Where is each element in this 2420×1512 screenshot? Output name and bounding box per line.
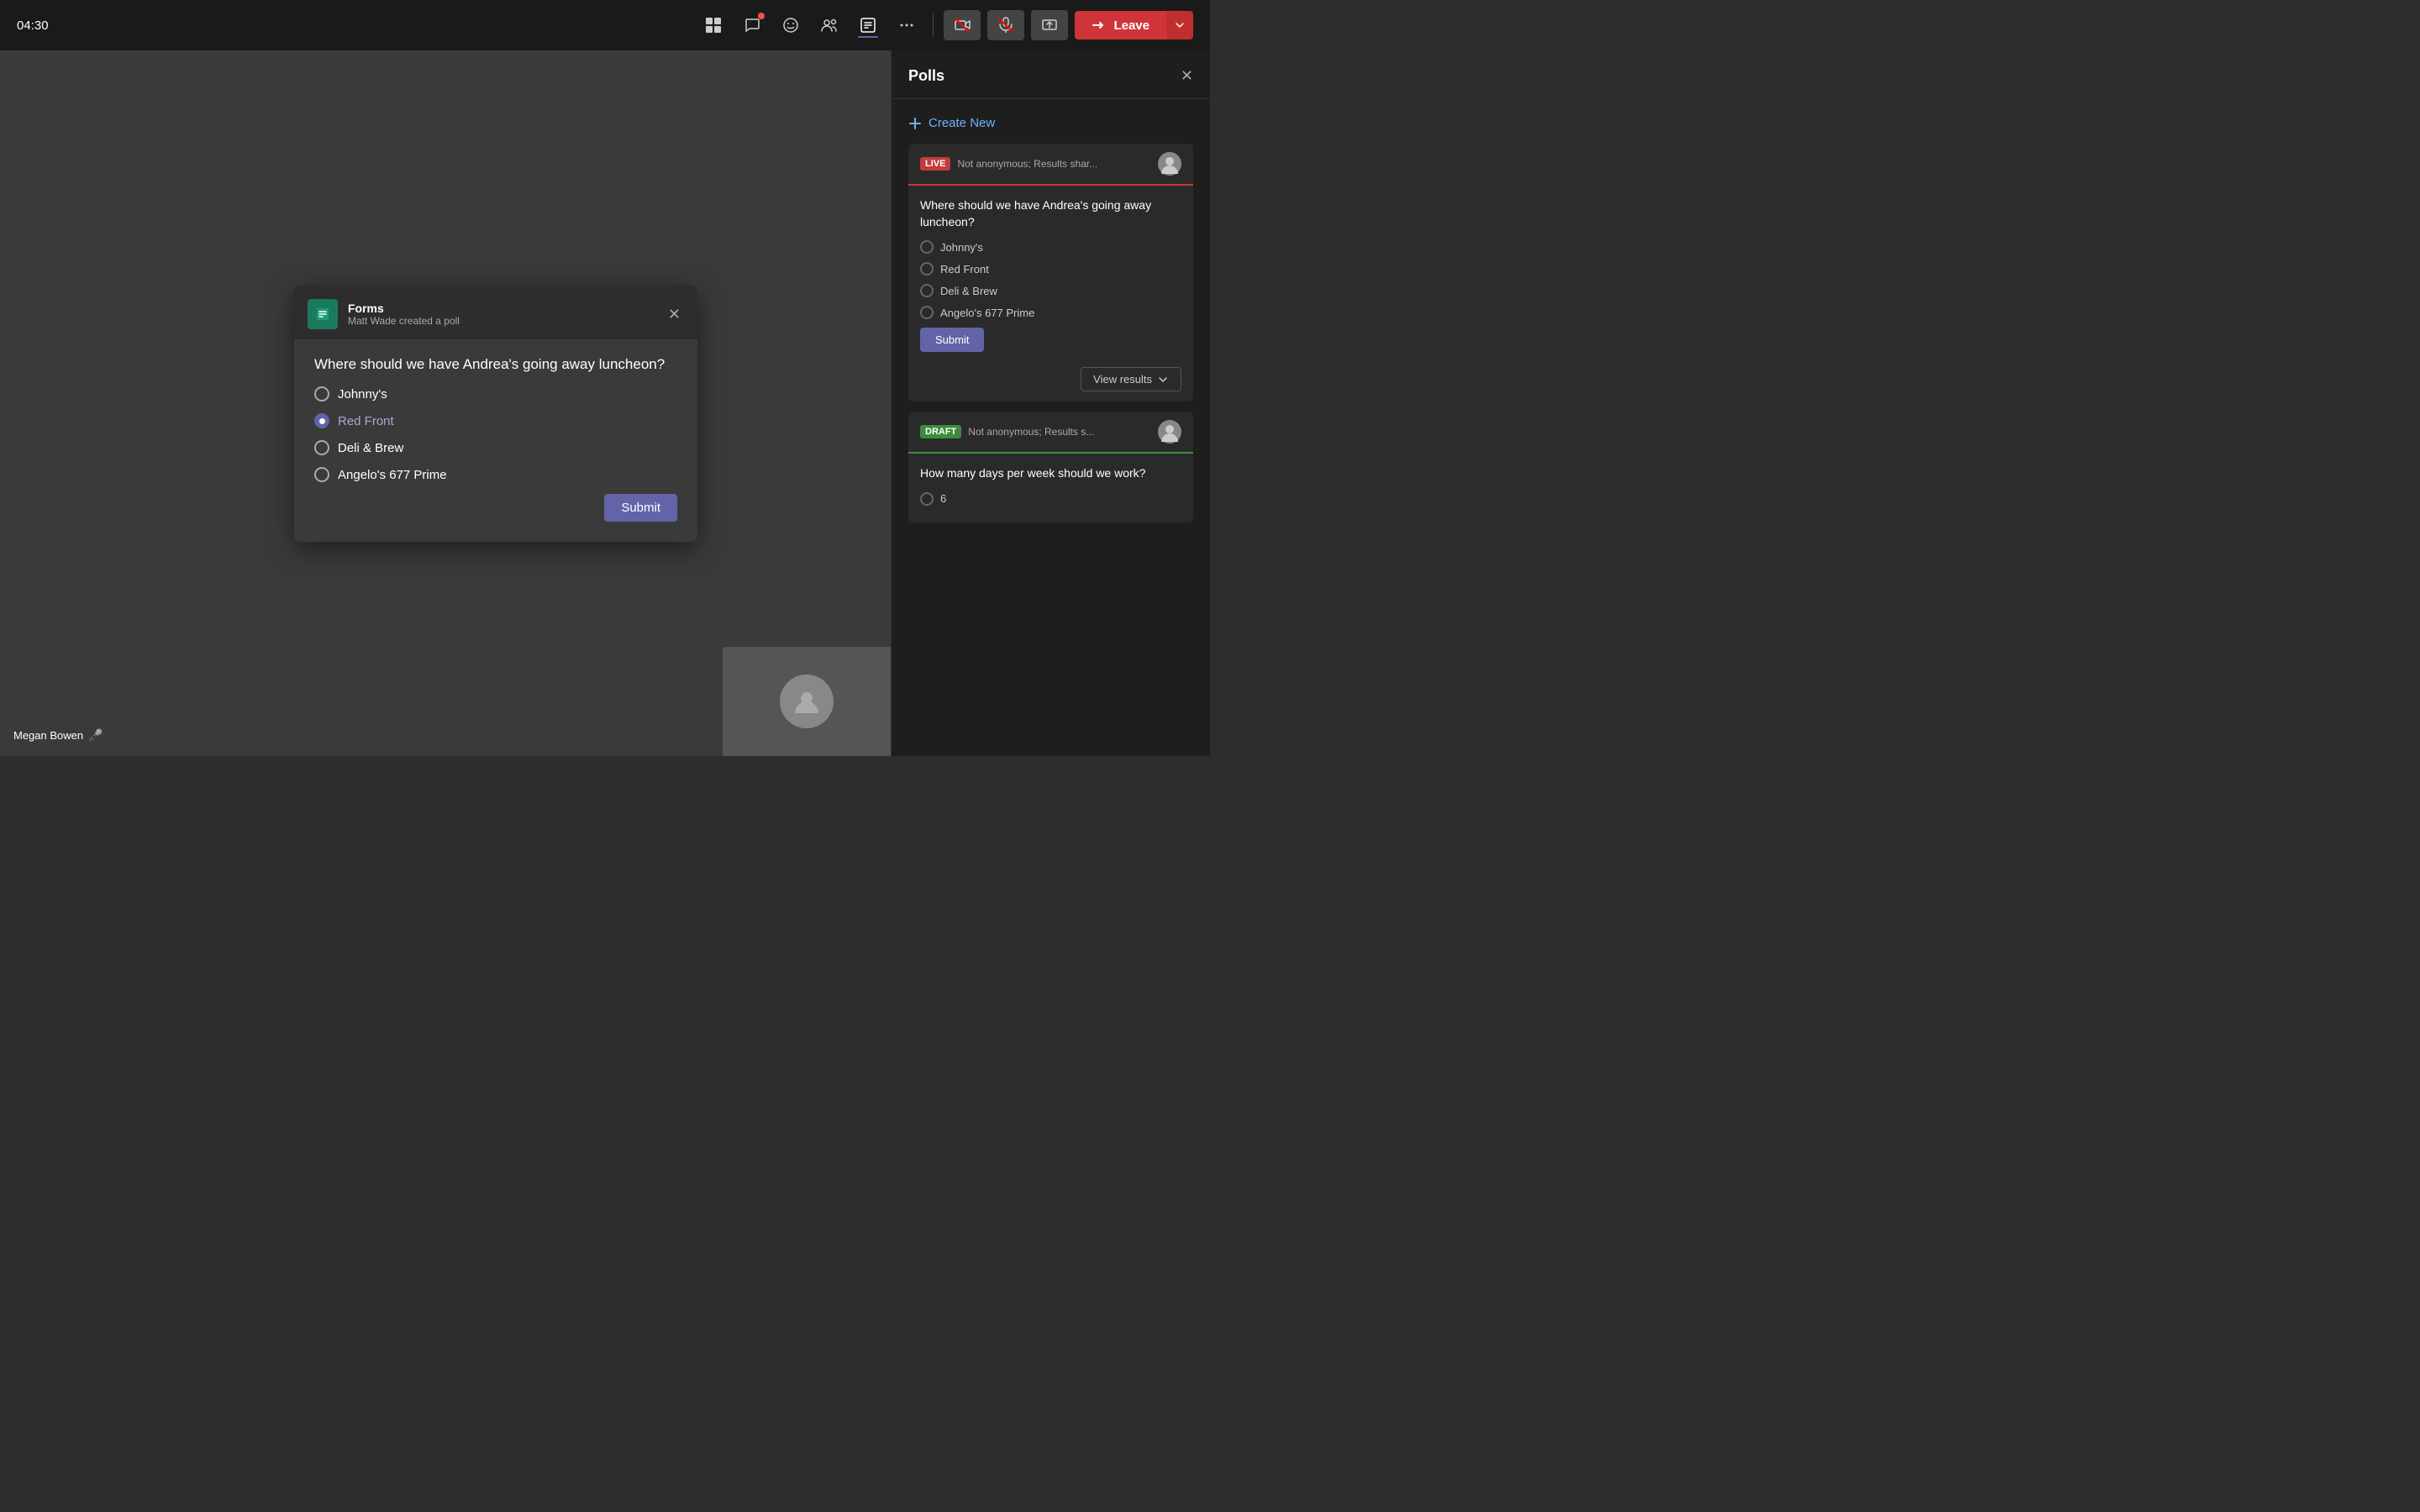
- forms-button[interactable]: [852, 9, 884, 41]
- divider: [933, 13, 934, 38]
- live-badge: LIVE: [920, 157, 950, 171]
- live-poll-option-delibrew[interactable]: Deli & Brew: [920, 284, 1181, 297]
- poll-popup: Forms Matt Wade created a poll ✕ Where s…: [294, 286, 697, 542]
- live-label-delibrew: Deli & Brew: [940, 285, 997, 297]
- live-label-redfront: Red Front: [940, 263, 989, 276]
- popup-subtitle: Matt Wade created a poll: [348, 315, 460, 327]
- polls-close-button[interactable]: ✕: [1181, 67, 1193, 85]
- leave-button-group: Leave: [1075, 11, 1193, 39]
- draft-poll-option-6[interactable]: 6: [920, 492, 1181, 506]
- live-poll-meta: Not anonymous; Results shar...: [957, 158, 1151, 170]
- popup-radio-delibrew[interactable]: [314, 440, 329, 455]
- main-area: Forms Matt Wade created a poll ✕ Where s…: [0, 50, 1210, 756]
- live-radio-redfront[interactable]: [920, 262, 934, 276]
- share-button[interactable]: [1031, 10, 1068, 40]
- video-thumbnail: [723, 647, 891, 756]
- polls-header: Polls ✕: [892, 50, 1210, 99]
- leave-button[interactable]: Leave: [1075, 11, 1166, 39]
- draft-poll-header: DRAFT Not anonymous; Results s...: [908, 412, 1193, 454]
- live-poll-footer: View results: [908, 367, 1193, 402]
- draft-poll-meta: Not anonymous; Results s...: [968, 426, 1151, 438]
- popup-label-redfront: Red Front: [338, 414, 394, 428]
- poll-popup-body: Where should we have Andrea's going away…: [294, 339, 697, 542]
- video-area: Forms Matt Wade created a poll ✕ Where s…: [0, 50, 891, 756]
- leave-dropdown-button[interactable]: [1166, 11, 1193, 39]
- chat-button[interactable]: [736, 9, 768, 41]
- live-poll-option-redfront[interactable]: Red Front: [920, 262, 1181, 276]
- live-poll-option-johnnys[interactable]: Johnny's: [920, 240, 1181, 254]
- popup-label-delibrew: Deli & Brew: [338, 441, 403, 455]
- chat-badge: [758, 13, 765, 19]
- meeting-time: 04:30: [17, 18, 49, 33]
- poll-popup-header: Forms Matt Wade created a poll ✕: [294, 286, 697, 339]
- live-poll-option-angelo[interactable]: Angelo's 677 Prime: [920, 306, 1181, 319]
- participant-name-text: Megan Bowen: [13, 729, 83, 742]
- mic-button[interactable]: [987, 10, 1024, 40]
- view-results-label: View results: [1093, 373, 1152, 386]
- live-poll-avatar: [1158, 152, 1181, 176]
- live-poll-card: LIVE Not anonymous; Results shar... Wher…: [908, 144, 1193, 402]
- popup-option-redfront[interactable]: Red Front: [314, 413, 677, 428]
- create-new-label: Create New: [929, 116, 995, 130]
- popup-radio-redfront[interactable]: [314, 413, 329, 428]
- draft-badge: DRAFT: [920, 425, 961, 438]
- draft-poll-avatar: [1158, 420, 1181, 444]
- popup-submit-row: Submit: [314, 494, 677, 522]
- popup-close-button[interactable]: ✕: [665, 302, 684, 327]
- participants-button[interactable]: [813, 9, 845, 41]
- more-button[interactable]: [891, 9, 923, 41]
- live-radio-angelo[interactable]: [920, 306, 934, 319]
- forms-app-icon: [308, 299, 338, 329]
- draft-poll-question: How many days per week should we work?: [920, 465, 1181, 482]
- camera-button[interactable]: [944, 10, 981, 40]
- draft-poll-card: DRAFT Not anonymous; Results s... How ma…: [908, 412, 1193, 522]
- popup-submit-button[interactable]: Submit: [604, 494, 677, 522]
- popup-source: Forms: [348, 302, 460, 315]
- popup-option-johnnys[interactable]: Johnny's: [314, 386, 677, 402]
- reactions-button[interactable]: [775, 9, 807, 41]
- popup-question: Where should we have Andrea's going away…: [314, 356, 677, 373]
- create-new-button[interactable]: Create New: [908, 113, 995, 144]
- participant-name-overlay: Megan Bowen 🎤: [13, 728, 103, 743]
- live-label-johnnys: Johnny's: [940, 241, 983, 254]
- draft-label-6: 6: [940, 492, 946, 505]
- live-poll-submit-button[interactable]: Submit: [920, 328, 984, 352]
- topbar: 04:30: [0, 0, 1210, 50]
- participant-mic-icon: 🎤: [88, 728, 103, 743]
- popup-label-johnnys: Johnny's: [338, 387, 387, 402]
- draft-poll-body: How many days per week should we work? 6: [908, 454, 1193, 522]
- avatar-circle: [780, 675, 834, 728]
- live-radio-johnnys[interactable]: [920, 240, 934, 254]
- popup-option-delibrew[interactable]: Deli & Brew: [314, 440, 677, 455]
- view-results-button[interactable]: View results: [1081, 367, 1181, 391]
- draft-radio-6[interactable]: [920, 492, 934, 506]
- topbar-controls: Leave: [697, 9, 1193, 41]
- view-switcher-button[interactable]: [697, 9, 729, 41]
- polls-body: Create New LIVE Not anonymous; Results s…: [892, 99, 1210, 756]
- polls-panel: Polls ✕ Create New LIVE Not anonymous; R…: [891, 50, 1210, 756]
- polls-title: Polls: [908, 67, 944, 85]
- popup-label-angelo: Angelo's 677 Prime: [338, 468, 447, 482]
- poll-popup-text: Forms Matt Wade created a poll: [348, 302, 460, 327]
- live-radio-delibrew[interactable]: [920, 284, 934, 297]
- live-label-angelo: Angelo's 677 Prime: [940, 307, 1034, 319]
- thumb-avatar: [723, 647, 891, 756]
- live-poll-question: Where should we have Andrea's going away…: [920, 197, 1181, 230]
- popup-option-angelo[interactable]: Angelo's 677 Prime: [314, 467, 677, 482]
- popup-radio-johnnys[interactable]: [314, 386, 329, 402]
- live-poll-body: Where should we have Andrea's going away…: [908, 186, 1193, 367]
- live-poll-header: LIVE Not anonymous; Results shar...: [908, 144, 1193, 186]
- popup-radio-angelo[interactable]: [314, 467, 329, 482]
